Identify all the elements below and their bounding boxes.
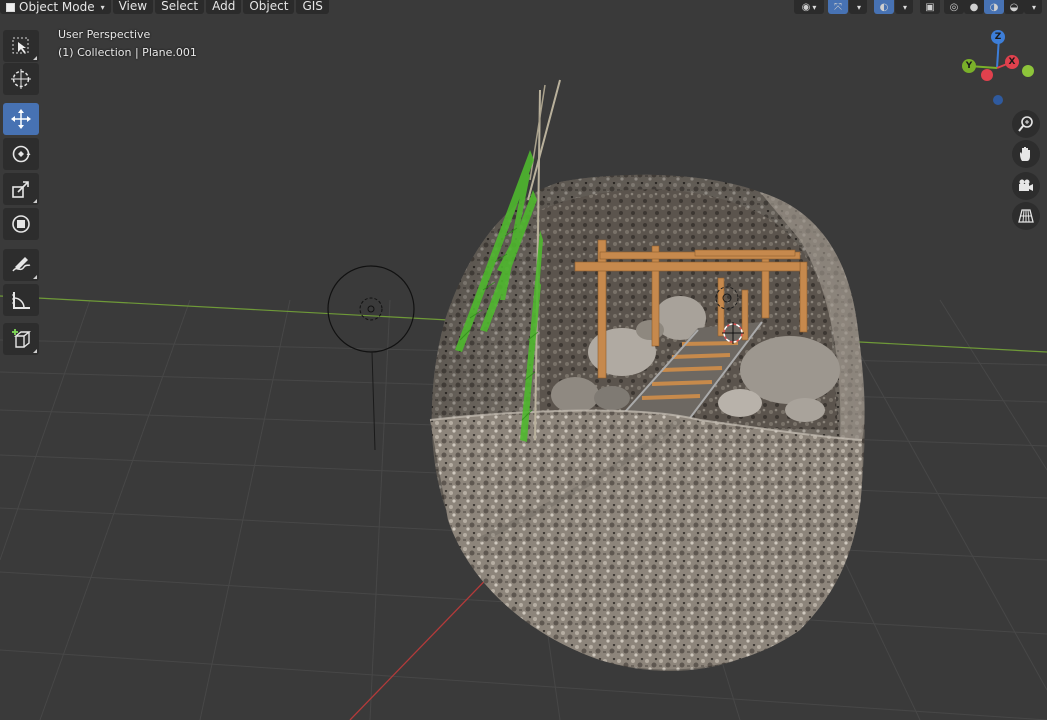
chevron-down-icon: ▾ [856,2,861,12]
ortho-toggle-button[interactable] [1012,202,1040,230]
scale-icon [12,181,29,198]
measure-icon [12,292,30,309]
gizmo-toggle-button[interactable]: ⤧ [828,0,848,14]
overlays-toggle-button[interactable]: ◐ [874,0,894,14]
eye-icon: ◉ [801,1,811,13]
cursor-icon [11,69,31,89]
visibility-button[interactable]: ◉ ▾ [794,0,824,14]
material-sphere-icon: ◑ [989,1,999,13]
zoom-button[interactable] [1012,110,1040,138]
camera-view-button[interactable] [1012,172,1040,200]
perspective-label: User Perspective [58,28,151,41]
zoom-icon [1018,116,1033,132]
collection-label: (1) Collection | Plane.001 [58,46,197,59]
menu-view[interactable]: View [112,0,154,14]
select-box-icon [12,37,29,54]
gizmo-z-axis[interactable]: Z [991,30,1005,44]
chevron-down-icon: ▾ [1031,2,1036,12]
add-cube-icon [12,329,31,348]
menu-object[interactable]: Object [243,0,295,14]
shading-dropdown[interactable]: ▾ [1024,0,1042,14]
rendered-sphere-icon: ◒ [1009,1,1019,13]
menu-select[interactable]: Select [155,0,205,14]
gizmo-icon: ⤧ [834,1,842,13]
corner-arrow-icon [33,199,37,203]
transform-icon [12,215,30,233]
shading-wireframe-button[interactable]: ◎ [944,0,964,14]
gizmo-y-axis[interactable]: Y [962,59,976,73]
gizmo-neg-x-axis[interactable] [981,69,993,81]
mode-label: Object Mode [19,0,95,14]
menu-add[interactable]: Add [206,0,242,14]
solid-sphere-icon: ● [969,1,979,13]
gizmo-neg-y-axis[interactable] [1022,65,1034,77]
transform-tool[interactable] [3,208,39,240]
add-cube-tool[interactable] [3,323,39,355]
overlays-icon: ◐ [879,1,889,13]
shading-solid-button[interactable]: ● [964,0,984,14]
rotate-tool[interactable] [3,138,39,170]
chevron-down-icon: ▾ [902,2,907,12]
corner-arrow-icon [33,349,37,353]
gizmo-dropdown[interactable]: ▾ [849,0,867,14]
scene-canvas[interactable] [0,0,1047,720]
select-box-tool[interactable] [3,30,39,62]
measure-tool[interactable] [3,284,39,316]
shading-material-button[interactable]: ◑ [984,0,1004,14]
corner-arrow-icon [33,56,37,60]
mode-selector[interactable]: Object Mode ▾ [0,0,111,14]
chevron-down-icon: ▾ [812,2,817,12]
chevron-down-icon: ▾ [100,2,105,12]
rotate-icon [12,145,31,163]
gizmo-x-axis[interactable]: X [1005,55,1019,69]
grid-ortho-icon [1018,209,1034,223]
hand-pan-icon [1020,147,1030,161]
shading-rendered-button[interactable]: ◒ [1004,0,1024,14]
cursor-tool[interactable] [3,63,39,95]
corner-arrow-icon [33,275,37,279]
gizmo-neg-z-axis[interactable] [993,95,1003,105]
navigation-gizmo[interactable]: Z X Y [955,28,1045,110]
camera-icon [1019,179,1033,191]
menu-gis[interactable]: GIS [296,0,329,14]
annotate-icon [12,257,31,272]
move-tool[interactable] [3,103,39,135]
move-icon [11,109,31,129]
pan-button[interactable] [1012,140,1040,168]
wireframe-sphere-icon: ◎ [949,1,959,13]
xray-icon: ▣ [925,1,935,13]
3d-viewport[interactable]: Object Mode ▾ View Select Add Object GIS… [0,0,1047,720]
object-mode-icon [6,2,15,12]
annotate-tool[interactable] [3,249,39,281]
scale-tool[interactable] [3,173,39,205]
xray-button[interactable]: ▣ [920,0,940,14]
overlays-dropdown[interactable]: ▾ [895,0,913,14]
